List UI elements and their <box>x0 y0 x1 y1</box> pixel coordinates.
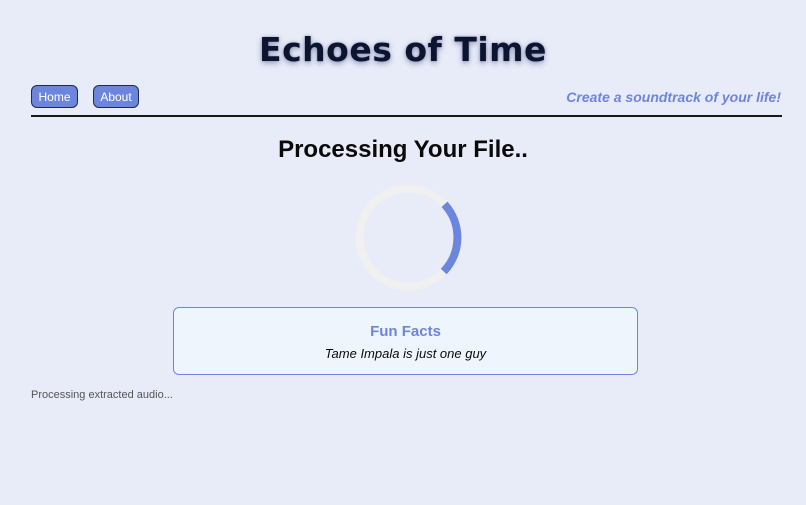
fun-facts-card: Fun Facts Tame Impala is just one guy <box>173 307 638 375</box>
header-divider <box>31 115 782 117</box>
fun-fact-text: Tame Impala is just one guy <box>324 346 487 361</box>
tagline: Create a soundtrack of your life! <box>566 89 781 105</box>
site-title: Echoes of Time <box>259 30 547 69</box>
loading-spinner-icon <box>355 184 462 291</box>
status-text: Processing extracted audio... <box>31 389 173 401</box>
spinner-arc <box>440 201 462 275</box>
fun-facts-title: Fun Facts <box>370 323 441 340</box>
home-button[interactable]: Home <box>31 85 78 108</box>
processing-heading: Processing Your File.. <box>278 136 528 163</box>
about-button[interactable]: About <box>93 85 139 108</box>
spinner-track <box>355 184 462 291</box>
